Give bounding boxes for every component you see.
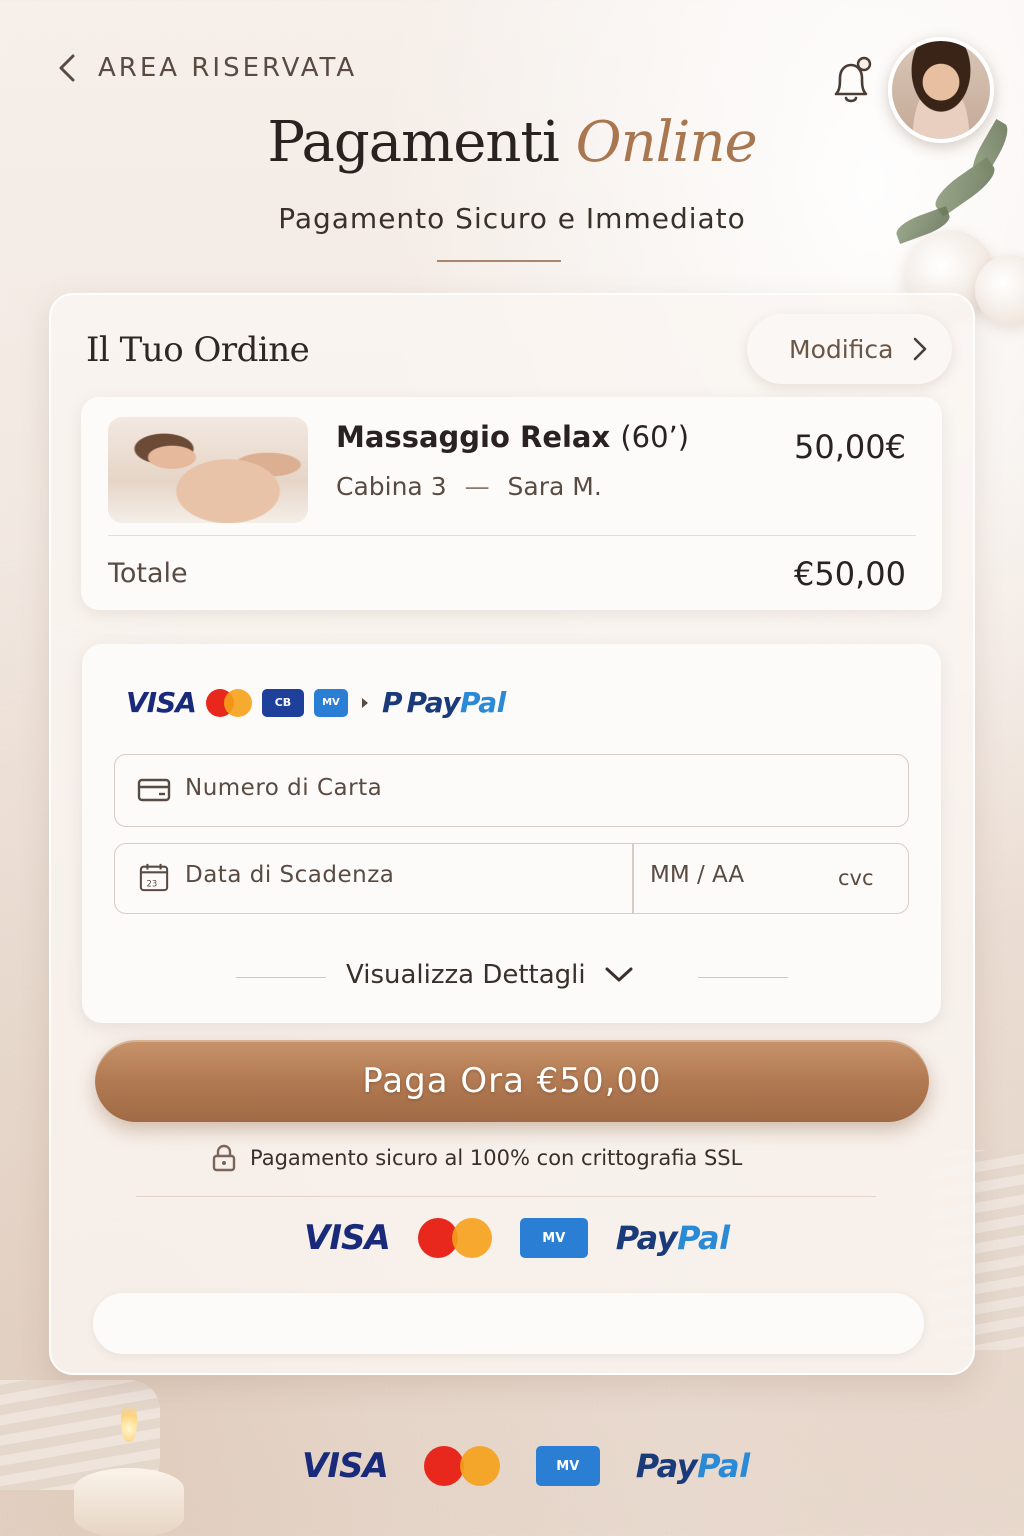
page-title: Pagamenti Online — [0, 110, 1024, 175]
item-meta: Cabina 3 — Sara M. — [336, 472, 602, 501]
secure-note-text: Pagamento sicuro al 100% con crittografi… — [250, 1146, 743, 1170]
item-meta-separator: — — [464, 472, 490, 501]
decor-candle — [74, 1468, 184, 1536]
page-subtitle: Pagamento Sicuro e Immediato — [278, 202, 746, 235]
modify-label: Modifica — [789, 334, 894, 364]
item-duration: (60’) — [620, 420, 690, 454]
item-therapist: Sara M. — [507, 472, 602, 501]
details-line-left — [236, 977, 326, 978]
card-network-logo: MV — [519, 1218, 588, 1258]
section-divider — [136, 1196, 876, 1197]
lock-icon — [212, 1144, 236, 1172]
caret-right-icon — [361, 697, 368, 708]
mastercard-logo — [423, 1446, 500, 1486]
paypal-pal: Pal — [459, 686, 506, 719]
title-accent: Online — [575, 110, 758, 175]
payment-methods-selector: VISA CB MV P PayPal — [126, 686, 506, 719]
expiry-placeholder: Data di Scadenza — [185, 862, 395, 888]
mm-aa-placeholder: MM / AA — [650, 862, 745, 888]
paypal-logo[interactable]: P PayPal — [382, 686, 506, 719]
card-network-logo[interactable]: MV — [313, 688, 348, 717]
footer-payments-row: VISA MV PayPal — [302, 1446, 750, 1486]
decor-candle-flame — [121, 1398, 137, 1442]
paypal-mark: P — [381, 686, 403, 719]
total-value: €50,00 — [794, 555, 906, 593]
back-link[interactable]: AREA RISERVATA — [56, 52, 357, 84]
cvc-placeholder: cvc — [838, 866, 874, 890]
title-main: Pagamenti — [267, 110, 560, 175]
paypal-logo: PayPal — [636, 1447, 750, 1485]
card-number-placeholder: Numero di Carta — [185, 775, 383, 801]
item-cabin: Cabina 3 — [336, 472, 447, 501]
modify-button[interactable]: Modifica — [747, 314, 952, 384]
chevron-right-icon — [913, 337, 926, 361]
item-title: Massaggio Relax — [336, 420, 611, 454]
details-line-right — [698, 977, 788, 978]
visa-logo[interactable]: VISA — [126, 686, 197, 719]
paypal-pal: Pal — [677, 1219, 730, 1257]
paypal-logo: PayPal — [616, 1219, 730, 1257]
chevron-left-icon — [59, 54, 75, 82]
mastercard-logo — [417, 1218, 492, 1258]
paypal-pal: Pal — [697, 1447, 750, 1485]
calendar-icon: 23 — [139, 863, 169, 892]
cartes-bancaires-logo[interactable]: CB — [261, 688, 304, 717]
secure-payment-note: Pagamento sicuro al 100% con crittografi… — [212, 1144, 742, 1172]
paypal-pay: Pay — [635, 1447, 698, 1485]
visa-logo: VISA — [302, 1446, 389, 1486]
back-label: AREA RISERVATA — [98, 53, 358, 83]
order-divider — [108, 535, 916, 536]
chevron-down-icon — [605, 967, 633, 982]
empty-bar — [93, 1293, 924, 1354]
show-details-toggle[interactable]: Visualizza Dettagli — [346, 960, 634, 990]
visa-logo: VISA — [304, 1218, 391, 1258]
expiry-date-field[interactable]: 23 Data di Scadenza — [114, 843, 633, 914]
massage-thumbnail — [108, 417, 308, 523]
item-price: 50,00€ — [794, 428, 906, 466]
bell-icon[interactable] — [828, 56, 874, 106]
accepted-payments-row: VISA MV PayPal — [304, 1218, 730, 1258]
details-label: Visualizza Dettagli — [346, 960, 586, 990]
pay-now-button[interactable]: Paga Ora €50,00 — [95, 1040, 929, 1122]
item-name: Massaggio Relax (60’) — [336, 420, 689, 454]
credit-card-icon — [137, 778, 171, 802]
card-network-logo: MV — [535, 1446, 600, 1486]
calendar-day: 23 — [147, 878, 158, 888]
paypal-pay: Pay — [406, 686, 460, 719]
total-label: Totale — [108, 558, 188, 589]
title-divider — [437, 260, 561, 262]
card-number-field[interactable]: Numero di Carta — [114, 754, 909, 827]
order-title: Il Tuo Ordine — [86, 330, 310, 370]
mastercard-logo[interactable] — [205, 688, 252, 717]
paypal-pay: Pay — [615, 1219, 678, 1257]
